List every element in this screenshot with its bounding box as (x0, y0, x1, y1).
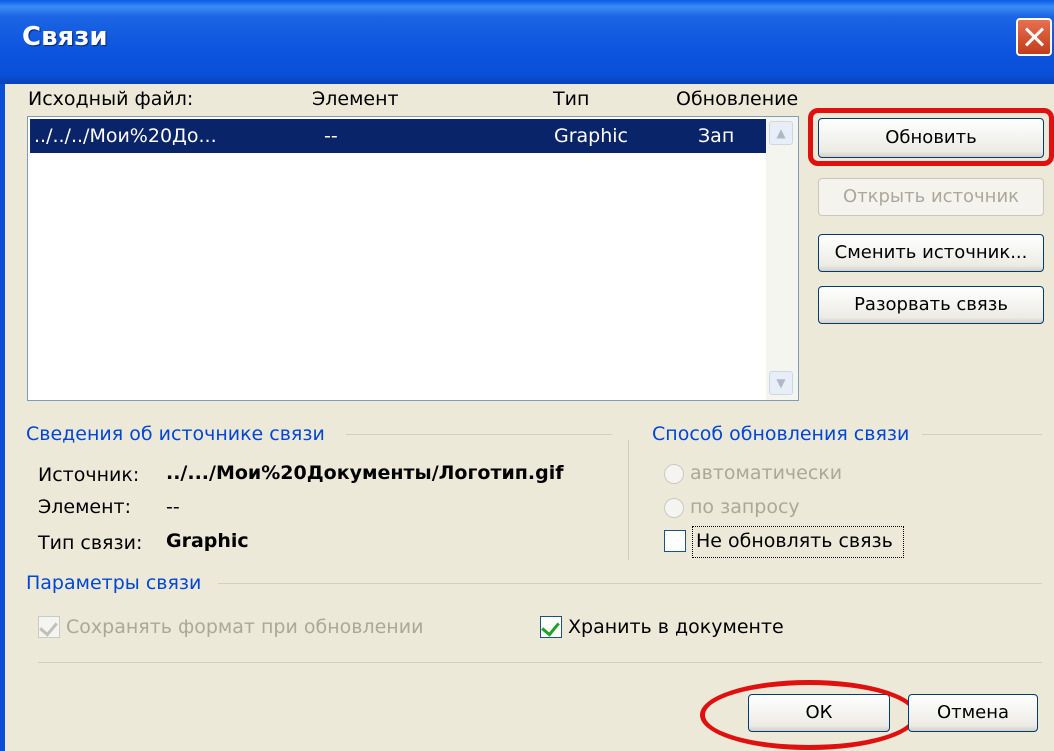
column-header-update[interactable]: Обновление (676, 88, 798, 110)
divider (922, 434, 1042, 435)
manual-update-radio[interactable] (664, 498, 684, 518)
window-title: Связи (22, 22, 108, 52)
link-type-value: Graphic (166, 530, 249, 552)
auto-update-radio[interactable] (664, 464, 684, 484)
element-value: -- (166, 496, 180, 518)
save-in-doc-checkbox[interactable] (540, 616, 562, 638)
locked-checkbox[interactable] (664, 530, 686, 552)
cancel-button[interactable]: Отмена (908, 694, 1038, 732)
title-bar[interactable]: Связи (0, 0, 1054, 84)
update-method-title: Способ обновления связи (652, 423, 910, 445)
window-border (0, 84, 5, 751)
list-item[interactable]: ../../../Мои%20До... -- Graphic Зап (30, 119, 768, 153)
bottom-divider (38, 662, 1042, 663)
source-info-title: Сведения об источнике связи (26, 423, 325, 445)
row-type: Graphic (554, 125, 629, 147)
source-value: ../.../Мои%20Документы/Логотип.gif (166, 462, 564, 484)
column-header-source[interactable]: Исходный файл: (28, 88, 193, 110)
highlight-oval (700, 680, 918, 750)
scroll-down-icon[interactable]: ▼ (769, 371, 793, 395)
source-label: Источник: (38, 464, 140, 486)
list-scrollbar[interactable]: ▲ ▼ (766, 117, 798, 400)
change-source-button[interactable]: Сменить источник... (818, 234, 1044, 272)
row-element: -- (324, 125, 338, 147)
open-source-button[interactable]: Открыть источник (818, 178, 1044, 216)
group-separator (628, 440, 629, 560)
divider (346, 434, 612, 435)
row-source: ../../../Мои%20До... (34, 125, 217, 147)
highlight-box (808, 108, 1054, 166)
break-link-button[interactable]: Разорвать связь (818, 286, 1044, 324)
close-icon[interactable] (1016, 18, 1052, 56)
column-header-type[interactable]: Тип (553, 88, 589, 110)
checkmark-icon (541, 617, 560, 637)
auto-update-label: автоматически (690, 462, 843, 484)
row-update: Зап (698, 125, 735, 147)
column-header-element[interactable]: Элемент (312, 88, 399, 110)
checkmark-icon (39, 617, 58, 637)
manual-update-label: по запросу (690, 496, 800, 518)
links-list[interactable]: ../../../Мои%20До... -- Graphic Зап (27, 116, 799, 401)
locked-label[interactable]: Не обновлять связь (696, 530, 893, 552)
links-dialog: Связи Исходный файл: Элемент Тип Обновле… (0, 0, 1054, 751)
preserve-format-label: Сохранять формат при обновлении (66, 616, 424, 638)
element-label: Элемент: (38, 496, 132, 518)
preserve-format-checkbox[interactable] (38, 616, 60, 638)
divider (218, 583, 1042, 584)
link-options-title: Параметры связи (26, 572, 202, 594)
save-in-doc-label[interactable]: Хранить в документе (568, 616, 784, 638)
link-type-label: Тип связи: (38, 532, 143, 554)
scroll-up-icon[interactable]: ▲ (769, 121, 793, 145)
